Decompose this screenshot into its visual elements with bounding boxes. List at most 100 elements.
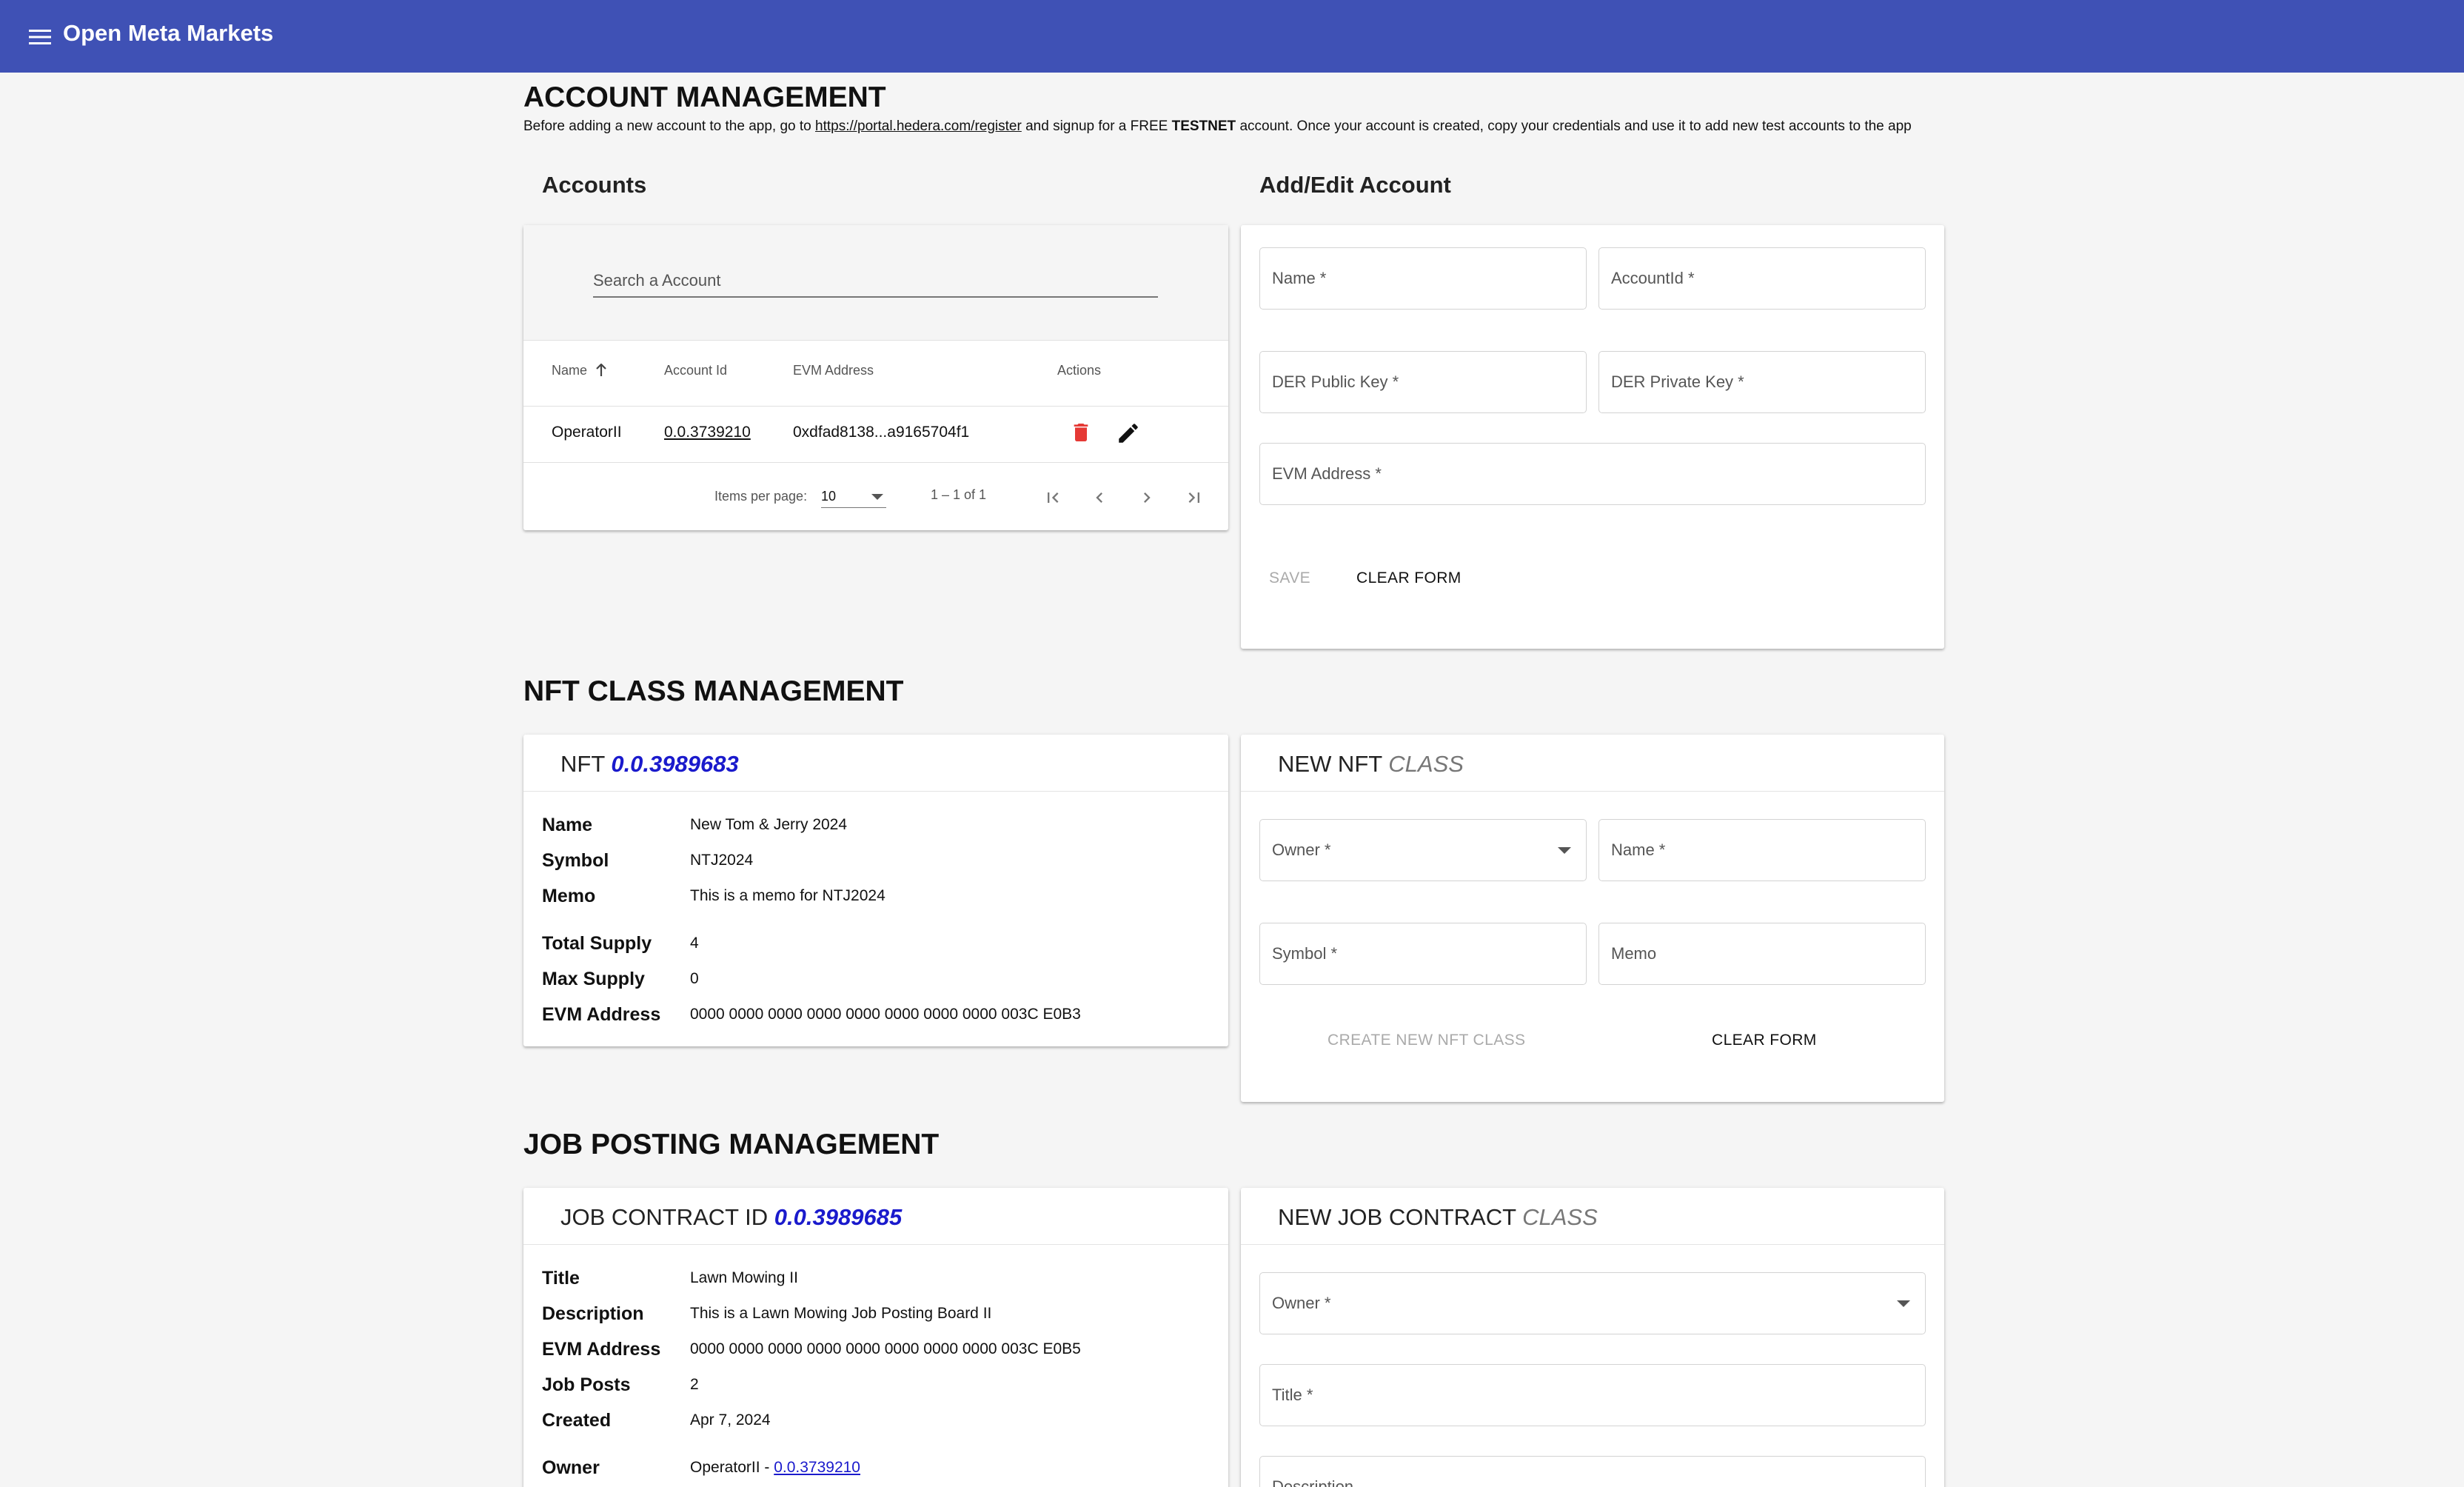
nft-symbol-field-label: Symbol * [1272, 944, 1338, 963]
first-page-icon[interactable] [1040, 484, 1066, 511]
hedera-portal-link[interactable]: https://portal.hedera.com/register [815, 118, 1022, 134]
job-posting-management-heading: JOB POSTING MANAGEMENT [523, 1129, 940, 1160]
job-contract-id: 0.0.3989685 [774, 1204, 903, 1230]
cell-evm-address: 0xdfad8138...a9165704f1 [793, 424, 970, 441]
job-evm-address-label: EVM Address [542, 1339, 661, 1360]
account-management-heading: ACCOUNT MANAGEMENT [523, 81, 886, 113]
edit-icon[interactable] [1116, 421, 1141, 446]
cell-name: OperatorII [552, 424, 622, 441]
search-area: Search a Account [523, 225, 1228, 340]
create-nft-class-button[interactable]: CREATE NEW NFT CLASS [1328, 1032, 1525, 1049]
delete-icon[interactable] [1069, 421, 1093, 444]
job-owner-link[interactable]: 0.0.3739210 [774, 1459, 860, 1476]
name-field-label: Name * [1272, 269, 1327, 287]
nft-card-header: NFT 0.0.3989683 [523, 735, 1228, 792]
nft-memo-label: Memo [542, 886, 596, 906]
column-account-id[interactable]: Account Id [664, 363, 727, 378]
previous-page-icon[interactable] [1086, 484, 1113, 511]
nft-memo-field[interactable]: Memo [1598, 923, 1926, 985]
page-size-value: 10 [821, 489, 837, 504]
job-card-header: JOB CONTRACT ID 0.0.3989685 [523, 1188, 1228, 1245]
evm-address-field-label: EVM Address * [1272, 464, 1382, 483]
page-size-select[interactable]: 10 [821, 484, 886, 508]
column-name[interactable]: Name [552, 363, 607, 378]
new-nft-card-title: NEW NFT CLASS [1278, 751, 1464, 778]
nft-evm-address-label: EVM Address [542, 1004, 661, 1025]
last-page-icon[interactable] [1181, 484, 1208, 511]
chevron-down-icon [871, 494, 883, 500]
add-edit-account-card: Name * AccountId * DER Public Key * DER … [1241, 225, 1944, 649]
new-job-title-muted: CLASS [1522, 1204, 1598, 1230]
intro-testnet: TESTNET [1171, 118, 1236, 134]
job-created-value: Apr 7, 2024 [690, 1411, 771, 1428]
job-posts-value: 2 [690, 1376, 699, 1393]
search-placeholder: Search a Account [593, 271, 721, 290]
column-evm-address[interactable]: EVM Address [793, 363, 874, 378]
job-description-field-label: Description [1272, 1477, 1354, 1487]
new-job-card-title: NEW JOB CONTRACT CLASS [1278, 1204, 1598, 1231]
column-actions: Actions [1057, 363, 1102, 378]
page-range: 1 – 1 of 1 [931, 487, 987, 502]
nft-class-management-heading: NFT CLASS MANAGEMENT [523, 675, 904, 707]
accounts-table-card: Search a Account Name Account Id EVM Add… [523, 225, 1228, 530]
account-search-input[interactable]: Search a Account [593, 267, 1158, 298]
nft-symbol-label: Symbol [542, 850, 609, 871]
job-title-label: Title [542, 1268, 580, 1289]
nft-token-id: 0.0.3989683 [611, 751, 739, 777]
nft-owner-select[interactable]: Owner * [1259, 819, 1587, 881]
nft-symbol-field[interactable]: Symbol * [1259, 923, 1587, 985]
nft-name-field[interactable]: Name * [1598, 819, 1926, 881]
nft-clear-form-button[interactable]: CLEAR FORM [1712, 1032, 1817, 1049]
new-nft-class-card: NEW NFT CLASS Owner * Name * Symbol * Me… [1241, 735, 1944, 1102]
account-id-field-label: AccountId * [1611, 269, 1695, 287]
sort-arrow-up-icon [596, 363, 606, 376]
nft-total-supply-value: 4 [690, 935, 699, 952]
name-field[interactable]: Name * [1259, 247, 1587, 310]
top-toolbar: Open Meta Markets [0, 0, 2464, 73]
new-nft-card-header: NEW NFT CLASS [1241, 735, 1944, 792]
cell-account-id-link[interactable]: 0.0.3739210 [664, 424, 751, 441]
job-owner-name: OperatorII - [690, 1459, 774, 1476]
job-evm-address-value: 0000 0000 0000 0000 0000 0000 0000 0000 … [690, 1340, 1081, 1357]
nft-memo-field-label: Memo [1611, 944, 1657, 963]
row-divider [523, 462, 1228, 463]
menu-icon[interactable] [25, 22, 55, 52]
nft-evm-address-value: 0000 0000 0000 0000 0000 0000 0000 0000 … [690, 1006, 1081, 1023]
new-job-title-main: NEW JOB CONTRACT [1278, 1204, 1516, 1230]
account-id-field[interactable]: AccountId * [1598, 247, 1926, 310]
next-page-icon[interactable] [1134, 484, 1160, 511]
job-created-label: Created [542, 1410, 612, 1431]
accounts-heading: Accounts [542, 172, 647, 198]
job-contract-card: JOB CONTRACT ID 0.0.3989685 Title Lawn M… [523, 1188, 1228, 1487]
der-private-key-field[interactable]: DER Private Key * [1598, 351, 1926, 413]
evm-address-field[interactable]: EVM Address * [1259, 443, 1926, 505]
job-owner-select[interactable]: Owner * [1259, 1272, 1926, 1334]
nft-memo-value: This is a memo for NTJ2024 [690, 887, 886, 904]
job-title-field[interactable]: Title * [1259, 1364, 1926, 1426]
chevron-down-icon [1558, 847, 1571, 854]
der-public-key-label: DER Public Key * [1272, 372, 1399, 391]
new-job-card-header: NEW JOB CONTRACT CLASS [1241, 1188, 1944, 1245]
items-per-page-label: Items per page: [714, 489, 808, 504]
app-title: Open Meta Markets [63, 20, 274, 46]
nft-details-card: NFT 0.0.3989683 Name New Tom & Jerry 202… [523, 735, 1228, 1046]
nft-total-supply-label: Total Supply [542, 933, 652, 954]
job-title-field-label: Title * [1272, 1386, 1313, 1404]
save-button[interactable]: SAVE [1269, 569, 1310, 587]
nft-symbol-value: NTJ2024 [690, 852, 754, 869]
intro-text-before: Before adding a new account to the app, … [523, 118, 816, 134]
new-nft-title-muted: CLASS [1388, 751, 1464, 777]
job-title-prefix: JOB CONTRACT ID [560, 1204, 769, 1230]
nft-owner-label: Owner * [1272, 841, 1331, 859]
nft-title-prefix: NFT [560, 751, 605, 777]
column-name-label: Name [552, 363, 588, 378]
job-posts-label: Job Posts [542, 1374, 631, 1395]
nft-name-label: Name [542, 815, 593, 835]
job-description-label: Description [542, 1303, 644, 1324]
clear-form-button[interactable]: CLEAR FORM [1356, 569, 1462, 587]
job-description-field[interactable]: Description [1259, 1456, 1926, 1487]
der-public-key-field[interactable]: DER Public Key * [1259, 351, 1587, 413]
nft-max-supply-value: 0 [690, 970, 699, 987]
nft-name-field-label: Name * [1611, 841, 1666, 859]
job-description-value: This is a Lawn Mowing Job Posting Board … [690, 1305, 992, 1322]
